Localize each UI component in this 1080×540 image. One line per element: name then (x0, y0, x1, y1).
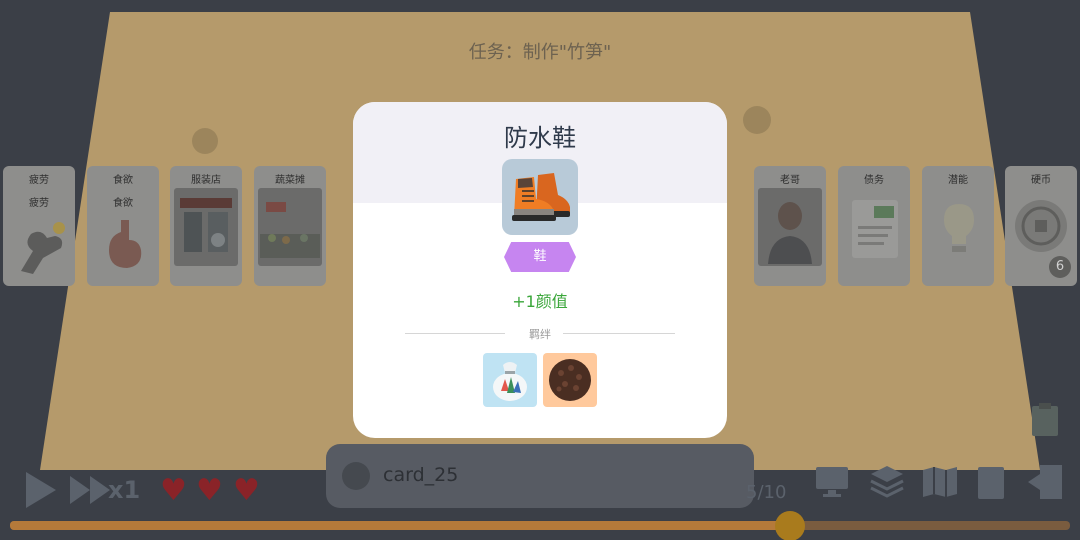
card-brother[interactable]: 老哥 (754, 166, 826, 286)
avatar-icon (342, 462, 370, 490)
card-title: 蔬菜摊 (275, 175, 305, 186)
card-debt[interactable]: 债务 (838, 166, 910, 286)
item-title: 防水鞋 (504, 124, 576, 152)
speed-label[interactable]: x1 (108, 476, 140, 504)
heart-icon: ♥ (160, 473, 187, 508)
fast-forward-icon[interactable] (70, 476, 110, 504)
card-potential[interactable]: 潜能 (922, 166, 994, 286)
coin-icon (1015, 200, 1067, 252)
person-portrait-icon (768, 202, 812, 264)
card-title: 老哥 (780, 175, 800, 186)
game-stage: 任务：制作"竹笋" 疲劳 疲劳 食欲 食欲 服装店 蔬菜摊 老哥 债务 潜能 硬… (0, 0, 1080, 540)
dim-marker (192, 128, 218, 154)
card-count-badge: 6 (1049, 256, 1071, 278)
item-category-tag: 鞋 (504, 242, 576, 272)
young-man-portrait-image (758, 188, 822, 266)
card-coin[interactable]: 硬币 6 (1005, 166, 1077, 286)
card-subtitle: 食欲 (113, 198, 133, 209)
task-label: 任务：制作"竹笋" (468, 42, 612, 63)
clipboard-icon[interactable] (1030, 402, 1060, 438)
clothing-store-image (174, 188, 238, 266)
document-icon[interactable] (976, 466, 1006, 500)
market-stall-icon (260, 202, 320, 258)
chocolate-ball-icon (549, 359, 591, 401)
heart-icon: ♥ (233, 473, 260, 508)
card-title: 硬币 (1031, 175, 1051, 186)
card-title: 潜能 (948, 175, 968, 186)
time-progress-fill (10, 521, 784, 530)
bond-section-label: 羁绊 (529, 328, 551, 341)
dim-marker (743, 106, 771, 134)
hiking-boots-icon (512, 173, 570, 221)
vegetable-stall-image (258, 188, 322, 266)
item-image-frame (502, 159, 578, 235)
page-counter: 5/10 (746, 482, 787, 503)
exit-door-icon[interactable] (1026, 464, 1064, 500)
stomach-icon (109, 220, 142, 268)
card-title: 服装店 (191, 175, 221, 186)
lightbulb-icon (944, 204, 974, 252)
item-stat-bonus: +1颜值 (512, 292, 568, 311)
map-icon[interactable] (922, 466, 958, 498)
sun-icon (775, 511, 805, 540)
card-input-text: card_25 (383, 464, 459, 486)
card-title: 食欲 (113, 175, 133, 186)
bag-with-items-icon (493, 362, 527, 401)
muscle-arm-icon (21, 222, 65, 274)
card-vegetable-stall[interactable]: 蔬菜摊 (254, 166, 326, 286)
card-input-box[interactable]: card_25 (326, 444, 754, 508)
card-subtitle: 疲劳 (29, 198, 49, 209)
debt-document-icon (852, 200, 898, 258)
storefront-icon (180, 198, 232, 252)
card-title: 疲劳 (29, 175, 49, 186)
item-detail-modal: 防水鞋 鞋 +1颜值 羁绊 (353, 102, 727, 438)
card-appetite[interactable]: 食欲 食欲 (87, 166, 159, 286)
card-fatigue[interactable]: 疲劳 疲劳 (3, 166, 75, 286)
card-clothing-store[interactable]: 服装店 (170, 166, 242, 286)
play-icon[interactable] (24, 470, 58, 510)
heart-icon: ♥ (196, 473, 223, 508)
bond-item-chocolate[interactable] (543, 353, 597, 407)
monitor-icon[interactable] (815, 466, 849, 498)
bond-item-bag[interactable] (483, 353, 537, 407)
card-title: 债务 (864, 175, 884, 186)
time-progress-bar (10, 521, 1070, 530)
layers-icon[interactable] (869, 464, 905, 500)
